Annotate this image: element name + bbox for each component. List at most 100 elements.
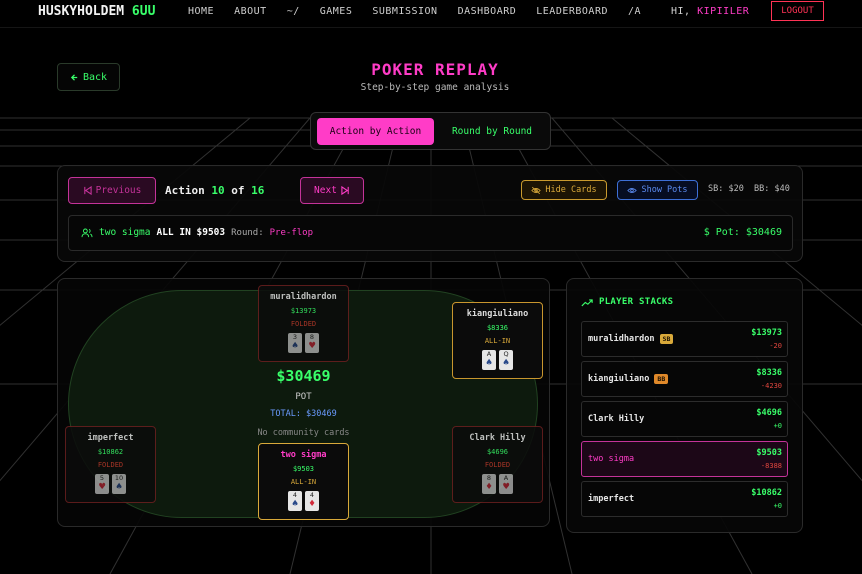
seat-name: imperfect xyxy=(87,433,134,443)
stack-player: muralidhardon SB xyxy=(588,334,674,344)
top-nav: HUSKYHOLDEM 6UU HOME ABOUT ~/ GAMES SUBM… xyxy=(0,0,862,28)
pot-summary: $ Pot: $30469 xyxy=(704,227,782,238)
nav-games[interactable]: GAMES xyxy=(320,6,353,17)
stack-player-name: two sigma xyxy=(588,454,635,464)
stack-player: Clark Hilly xyxy=(588,414,644,424)
stacks-header: PLAYER STACKS xyxy=(581,297,673,307)
card-rank: 8 xyxy=(309,333,315,341)
previous-button[interactable]: Previous xyxy=(68,177,156,204)
card-suit-icon: ♠ xyxy=(291,499,299,509)
seat-two-sigma[interactable]: two sigma $9503 ALL-IN 4 ♠ 4 ♦ xyxy=(258,443,349,520)
action-counter: Action 10 of 16 xyxy=(165,184,264,197)
page-title: POKER REPLAY xyxy=(371,60,499,79)
previous-label: Previous xyxy=(95,185,142,196)
stack-row[interactable]: kiangiuliano BB $8336 -4230 xyxy=(581,361,788,397)
show-pots-button[interactable]: Show Pots xyxy=(617,180,698,200)
playing-card: Q ♠ xyxy=(499,350,513,370)
nav-admin[interactable]: /A xyxy=(628,6,641,17)
playing-card: 4 ♠ xyxy=(288,491,302,511)
card-rank: 4 xyxy=(309,491,315,499)
seat-muralidhardon[interactable]: muralidhardon $13973 FOLDED 3 ♠ 8 ♥ xyxy=(258,285,349,362)
seat-name: Clark Hilly xyxy=(469,433,526,443)
stack-delta: -8388 xyxy=(760,462,782,470)
card-rank: 5 xyxy=(99,474,105,482)
seat-stack: $8336 xyxy=(486,324,509,332)
playing-card: A ♥ xyxy=(499,474,513,494)
hide-cards-button[interactable]: Hide Cards xyxy=(521,180,607,200)
stack-row-active[interactable]: two sigma $9503 -8388 xyxy=(581,441,788,477)
stack-row[interactable]: muralidhardon SB $13973 -20 xyxy=(581,321,788,357)
seat-name: two sigma xyxy=(280,450,327,460)
card-suit-icon: ♥ xyxy=(98,482,106,492)
card-suit-icon: ♠ xyxy=(502,358,510,368)
logout-button[interactable]: LOGOUT xyxy=(771,1,824,21)
stack-delta: +0 xyxy=(773,422,782,430)
hole-cards: 5 ♥ 10 ♠ xyxy=(66,474,155,494)
skip-back-icon xyxy=(83,186,92,195)
card-suit-icon: ♠ xyxy=(291,341,299,351)
stack-delta: -20 xyxy=(769,342,782,350)
stack-delta: +0 xyxy=(773,502,782,510)
playing-card: 5 ♥ xyxy=(95,474,109,494)
stack-row[interactable]: Clark Hilly $4696 +0 xyxy=(581,401,788,437)
stack-player: kiangiuliano BB xyxy=(588,374,669,384)
card-rank: 4 xyxy=(292,491,298,499)
stack-row[interactable]: imperfect $10862 +0 xyxy=(581,481,788,517)
round-value: Pre-flop xyxy=(269,227,313,238)
nav-home[interactable]: HOME xyxy=(188,6,214,17)
stack-player-name: imperfect xyxy=(588,494,635,504)
tab-action-by-action[interactable]: Action by Action xyxy=(317,118,434,145)
card-rank: Q xyxy=(503,350,509,358)
card-rank: A xyxy=(503,474,509,482)
tab-round-by-round[interactable]: Round by Round xyxy=(437,118,547,145)
nav-leaderboard[interactable]: LEADERBOARD xyxy=(536,6,608,17)
next-button[interactable]: Next xyxy=(300,177,364,204)
card-suit-icon: ♠ xyxy=(115,482,123,492)
playing-card: 4 ♦ xyxy=(305,491,319,511)
nav-about[interactable]: ABOUT xyxy=(234,6,267,17)
seat-kiangiuliano[interactable]: kiangiuliano $8336 ALL-IN A ♠ Q ♠ xyxy=(452,302,543,379)
poker-table-panel: $30469 POT TOTAL: $30469 No community ca… xyxy=(57,278,550,527)
playing-card: 8 ♥ xyxy=(305,333,319,353)
nav-dashboard[interactable]: DASHBOARD xyxy=(458,6,517,17)
next-label: Next xyxy=(314,185,337,196)
stack-amount: $8336 xyxy=(756,368,782,378)
username[interactable]: KIPIILER xyxy=(697,6,749,17)
action-player: two sigma xyxy=(99,227,151,238)
seat-clark-hilly[interactable]: Clark Hilly $4696 FOLDED 8 ♦ A ♥ xyxy=(452,426,543,503)
stack-player: two sigma xyxy=(588,454,634,464)
seat-stack: $4696 xyxy=(486,448,509,456)
stacks-title: PLAYER STACKS xyxy=(599,297,674,307)
hide-cards-label: Hide Cards xyxy=(545,185,597,195)
stack-player-name: muralidhardon xyxy=(588,334,655,344)
nav-submission[interactable]: SUBMISSION xyxy=(372,6,437,17)
stack-amount: $10862 xyxy=(751,488,782,498)
stack-amount: $9503 xyxy=(756,448,782,458)
stack-player-name: kiangiuliano xyxy=(588,374,650,384)
card-suit-icon: ♥ xyxy=(502,482,510,492)
playing-card: 10 ♠ xyxy=(112,474,126,494)
logo[interactable]: HUSKYHOLDEM 6UU xyxy=(38,4,155,19)
eye-off-icon xyxy=(531,186,542,194)
seat-status: FOLDED xyxy=(97,461,124,469)
of-word: of xyxy=(231,184,245,197)
replay-mode-toggle: Action by Action Round by Round xyxy=(310,112,551,150)
dollar-icon: $ xyxy=(703,227,710,238)
action-text: ALL IN $9503 xyxy=(156,227,226,238)
seat-status: FOLDED xyxy=(484,461,511,469)
greeting-text: HI, xyxy=(671,6,691,17)
playing-card: 8 ♦ xyxy=(482,474,496,494)
card-rank: 10 xyxy=(114,474,124,482)
replay-controls: Previous Action 10 of 16 Next Hide Cards… xyxy=(57,165,803,262)
playing-card: A ♠ xyxy=(482,350,496,370)
stack-delta: -4230 xyxy=(760,382,782,390)
seat-imperfect[interactable]: imperfect $10862 FOLDED 5 ♥ 10 ♠ xyxy=(65,426,156,503)
pot-total: TOTAL: $30469 xyxy=(270,409,337,419)
stack-amount: $13973 xyxy=(751,328,782,338)
action-word: Action xyxy=(165,184,205,197)
stack-amount: $4696 xyxy=(756,408,782,418)
nav-home-dir[interactable]: ~/ xyxy=(287,6,300,17)
card-rank: A xyxy=(486,350,492,358)
round-label: Round: xyxy=(231,227,264,238)
seat-name: muralidhardon xyxy=(270,292,337,302)
